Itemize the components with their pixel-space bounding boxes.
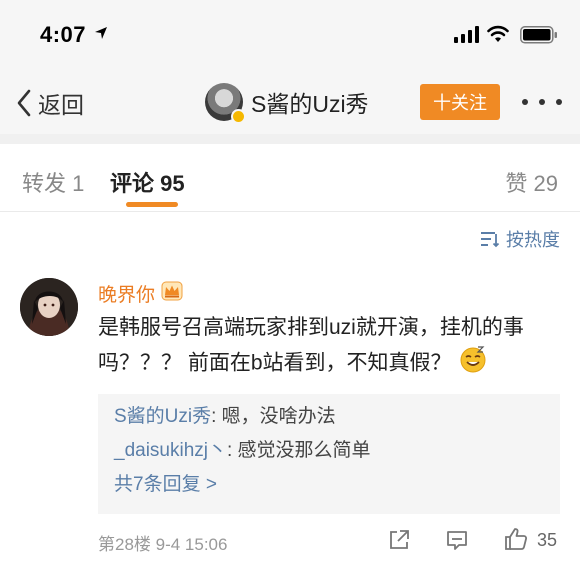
author-avatar[interactable]	[205, 83, 246, 124]
location-arrow-icon	[94, 26, 108, 45]
tab-repost[interactable]: 转发 1	[22, 166, 84, 198]
sort-by-popularity-button[interactable]: 按热度	[480, 226, 560, 252]
sort-row: 按热度	[0, 214, 580, 260]
tab-comments[interactable]: 评论 95	[110, 166, 185, 198]
wifi-icon	[486, 24, 510, 49]
battery-icon	[520, 26, 558, 49]
follow-button[interactable]: 十关注	[420, 84, 500, 120]
reply-text: : 感觉没那么简单	[227, 440, 371, 461]
status-time: 4:07	[40, 22, 87, 47]
commenter-line: 晚界你	[98, 280, 183, 307]
commenter-avatar[interactable]	[20, 278, 78, 336]
verified-badge-icon	[231, 109, 246, 124]
like-count: 35	[537, 530, 558, 550]
tab-bar: 转发 1 评论 95 赞 29	[0, 144, 580, 212]
crown-badge-icon	[161, 281, 183, 306]
sweat-smile-emoji-icon	[458, 344, 488, 384]
cellular-signal-icon	[454, 26, 480, 43]
commenter-username[interactable]: 晚界你	[98, 280, 155, 307]
floor-and-time: 第28楼 9-4 15:06	[98, 535, 228, 554]
back-button[interactable]: 返回	[16, 88, 84, 118]
reply-text: : 嗯，没啥办法	[211, 406, 336, 427]
active-tab-indicator	[126, 202, 178, 207]
share-icon[interactable]	[387, 528, 411, 557]
reply-item[interactable]: _daisukihzj丶: 感觉没那么简单	[114, 434, 544, 468]
replies-box[interactable]: S酱的Uzi秀: 嗯，没啥办法 _daisukihzj丶: 感觉没那么简单 共7…	[98, 394, 560, 514]
comment-icon[interactable]	[445, 528, 469, 557]
reply-author[interactable]: _daisukihzj丶	[114, 440, 227, 461]
status-bar: 4:07	[0, 0, 580, 70]
section-divider	[0, 134, 580, 144]
page-title: S酱的Uzi秀	[251, 91, 369, 117]
comment-body: 是韩服号召高端玩家排到uzi就开演，挂机的事吗？？？ 前面在b站看到，不知真假？	[98, 312, 560, 384]
nav-title-area[interactable]: S酱的Uzi秀	[205, 82, 369, 124]
comment-footer: 第28楼 9-4 15:06 35	[98, 526, 560, 556]
chevron-left-icon	[17, 89, 31, 117]
reply-item[interactable]: S酱的Uzi秀: 嗯，没啥办法	[114, 400, 544, 434]
nav-bar: 返回 S酱的Uzi秀 十关注	[0, 70, 580, 134]
sort-icon	[481, 232, 500, 248]
reply-author[interactable]: S酱的Uzi秀	[114, 406, 211, 427]
tab-likes[interactable]: 赞 29	[505, 166, 558, 198]
sort-label: 按热度	[506, 230, 560, 250]
thumbs-up-icon[interactable]	[503, 526, 529, 557]
view-all-replies-link[interactable]: 共7条回复 >	[114, 468, 544, 502]
back-label: 返回	[38, 92, 84, 118]
more-options-icon[interactable]	[522, 92, 562, 112]
